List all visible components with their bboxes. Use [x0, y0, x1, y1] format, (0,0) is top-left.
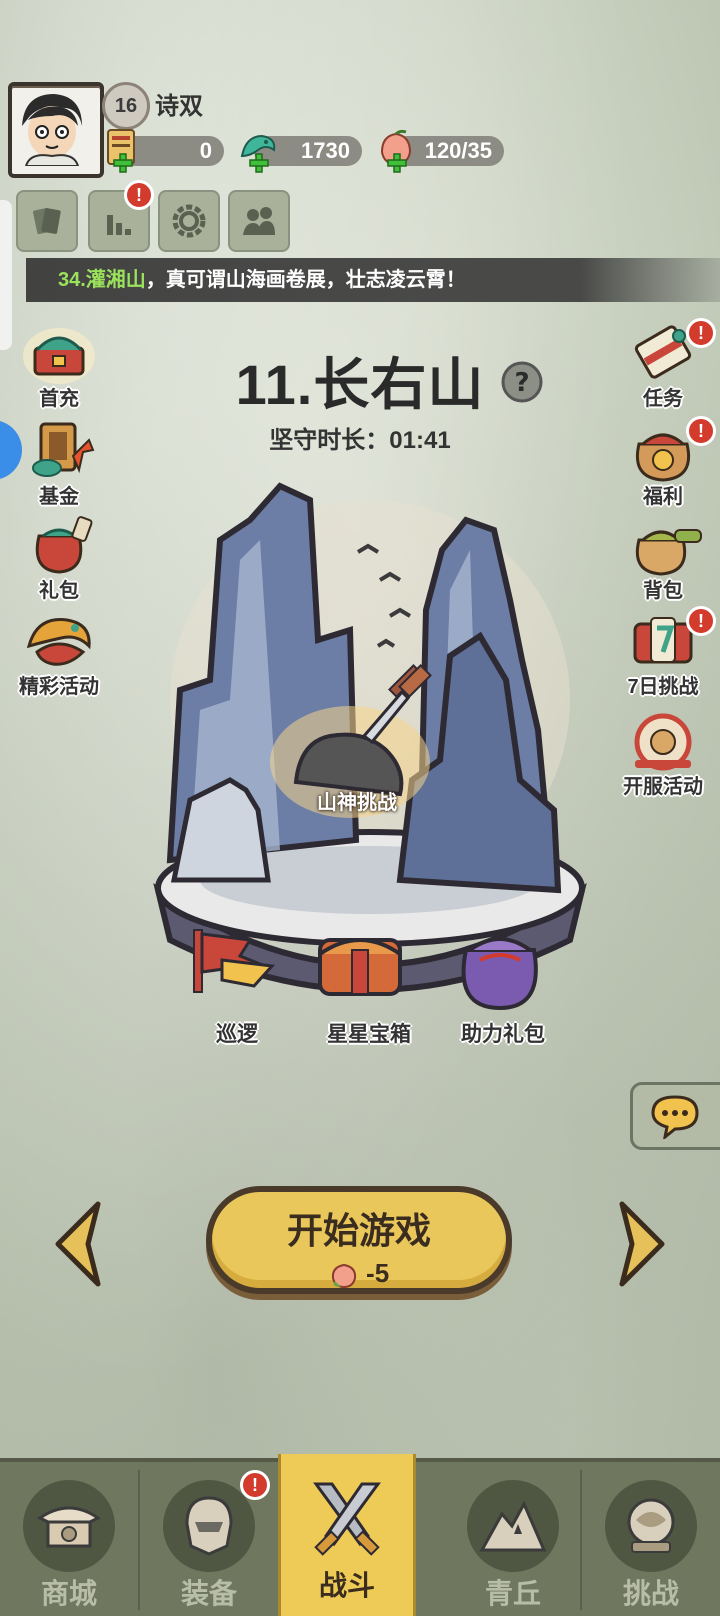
alert-badge: !: [240, 1470, 270, 1500]
stage-title: 11.长右山: [235, 353, 485, 416]
mountain-scene-illustration[interactable]: [150, 480, 590, 1010]
backpack-icon: [635, 529, 702, 576]
side-server-event[interactable]: 开服活动: [608, 706, 718, 799]
side-label: 礼包: [39, 580, 79, 602]
start-cost: -5: [212, 1258, 506, 1289]
plus-icon[interactable]: [112, 152, 134, 174]
mountain-god-challenge[interactable]: 山神挑战: [298, 786, 416, 815]
friends-icon: [243, 207, 275, 235]
patrol-label: 巡逻: [216, 1023, 258, 1046]
nav-icon-wrap: [467, 1480, 559, 1572]
helmet-icon: [185, 1496, 233, 1556]
guard-duration: 坚守时长：01:41: [269, 427, 451, 454]
side-backpack[interactable]: 背包: [608, 510, 718, 603]
resource-value: 0: [199, 138, 212, 163]
alert-badge: !: [124, 180, 154, 210]
side-events[interactable]: 精彩活动: [4, 606, 114, 699]
plus-icon[interactable]: [386, 152, 408, 174]
nav-tab-equipment[interactable]: 装备 !: [140, 1462, 278, 1616]
nav-label: 挑战: [622, 1578, 679, 1609]
star-chest-button[interactable]: 星星宝箱: [304, 1022, 434, 1048]
start-game-label: 开始游戏: [286, 1210, 431, 1251]
side-gift-pack[interactable]: 礼包: [4, 510, 114, 603]
svg-text:?: ?: [514, 368, 529, 398]
avatar-portrait-icon: [22, 94, 82, 167]
gear-icon: [172, 204, 206, 238]
star-chest-icon: [318, 938, 402, 996]
crossed-swords-icon: [313, 1482, 381, 1556]
orb-icon: [627, 1498, 675, 1553]
side-label: 基金: [39, 486, 79, 508]
shop-pavilion-icon: [37, 1506, 101, 1548]
side-label: 福利: [643, 486, 683, 508]
drum-event-icon: [634, 713, 692, 771]
nav-label: 装备: [180, 1578, 237, 1609]
settings-button[interactable]: [158, 190, 220, 252]
nav-icon-wrap: [605, 1480, 697, 1572]
nav-label: 青丘: [484, 1578, 541, 1609]
gift-bag-icon: [35, 516, 93, 574]
assist-gift-bag-icon: [461, 937, 538, 1010]
bottom-navigation: 商城 装备 ! 战斗 青丘 挑战: [0, 1454, 720, 1616]
prev-stage-arrow-icon[interactable]: [52, 1200, 106, 1288]
nav-icon-wrap: [163, 1480, 255, 1572]
nav-icon-wrap: [301, 1472, 393, 1564]
player-name: 诗双: [155, 93, 203, 120]
resource-value: 1730: [301, 138, 350, 163]
next-stage-arrow-icon[interactable]: [614, 1200, 668, 1288]
nav-label: 商城: [40, 1578, 97, 1609]
stamina-cost-value: -5: [366, 1258, 390, 1288]
announcement-ticker: 34.灌湘山，真可谓山海画卷展，壮志凌云霄！: [26, 258, 720, 302]
player-avatar[interactable]: [8, 82, 104, 178]
nav-tab-battle[interactable]: 战斗: [278, 1454, 416, 1616]
nav-icon-wrap: [23, 1480, 115, 1572]
alert-badge: !: [686, 606, 716, 636]
plus-icon[interactable]: [248, 152, 270, 174]
nav-tab-shop[interactable]: 商城: [0, 1462, 138, 1616]
ranking-button[interactable]: !: [88, 180, 154, 252]
chat-button[interactable]: [630, 1082, 720, 1150]
resource-jade[interactable]: 1730: [240, 134, 362, 173]
side-7day-challenge[interactable]: ! 7日挑战: [608, 606, 718, 699]
side-label: 精彩活动: [19, 676, 99, 698]
nav-tab-challenge[interactable]: 挑战: [582, 1462, 720, 1616]
friends-button[interactable]: [228, 190, 290, 252]
cards-icon: [33, 207, 61, 235]
peach-icon: [331, 1264, 356, 1289]
player-level-badge: 16: [102, 82, 150, 130]
star-chest-label: 星星宝箱: [327, 1023, 411, 1046]
player-level: 16: [114, 94, 138, 117]
resource-ticket[interactable]: 0: [107, 129, 224, 173]
help-question-icon[interactable]: ?: [500, 360, 544, 404]
resource-value: 120/35: [424, 138, 492, 163]
side-label: 开服活动: [623, 776, 703, 798]
dragon-event-icon: [26, 618, 91, 666]
patrol-button[interactable]: 巡逻: [172, 1022, 302, 1048]
resource-stamina[interactable]: 120/35: [380, 129, 504, 173]
nav-label: 战斗: [318, 1570, 375, 1601]
assist-gift-label: 助力礼包: [461, 1023, 545, 1046]
assist-gift-button[interactable]: 助力礼包: [438, 1022, 568, 1048]
ticker-stage: 34.灌湘山: [58, 269, 146, 291]
side-label: 背包: [643, 580, 683, 602]
side-label: 7日挑战: [627, 676, 699, 698]
card-button[interactable]: [16, 190, 78, 252]
start-game-button[interactable]: 开始游戏 -5: [206, 1186, 512, 1294]
mountain-icon: [479, 1500, 547, 1552]
chat-bubble-icon: [651, 1095, 699, 1141]
ticker-text: ，真可谓山海画卷展，壮志凌云霄！: [145, 269, 466, 291]
nav-tab-qingqiu[interactable]: 青丘: [444, 1462, 582, 1616]
